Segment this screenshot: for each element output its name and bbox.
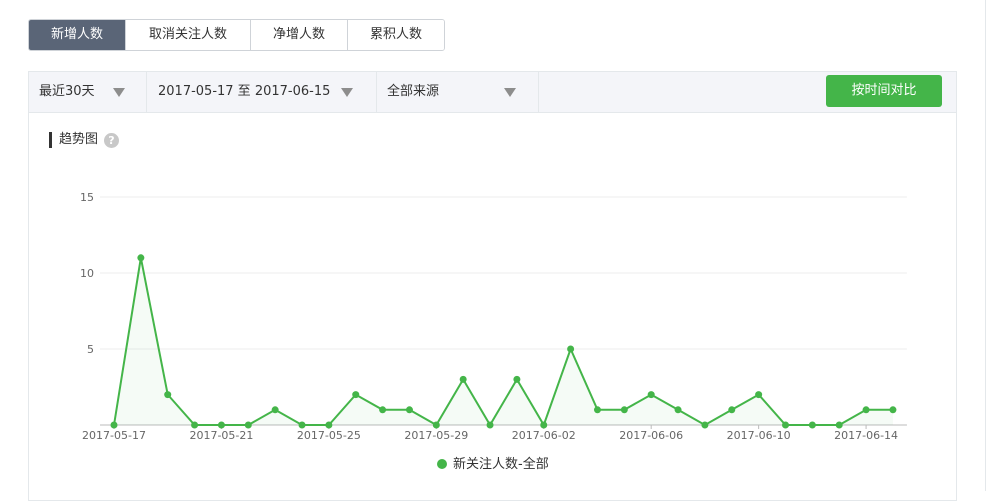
- legend-label: 新关注人数-全部: [453, 456, 549, 472]
- data-point: [325, 421, 333, 429]
- x-tick-label: 2017-05-17: [82, 429, 146, 442]
- data-point: [889, 406, 897, 414]
- data-point: [405, 406, 413, 414]
- x-tick-label: 2017-06-06: [619, 429, 683, 442]
- data-point: [271, 406, 279, 414]
- data-point: [593, 406, 601, 414]
- y-tick-label: 15: [80, 191, 94, 204]
- data-point: [728, 406, 736, 414]
- data-point: [137, 254, 145, 262]
- data-point: [701, 421, 709, 429]
- x-tick-label: 2017-06-02: [512, 429, 576, 442]
- data-point: [110, 421, 118, 429]
- series-line: [113, 257, 893, 428]
- data-point: [298, 421, 306, 429]
- chart-labels: 5 10 15 2017-05-17 2017-05-21 2017-05-25 2017-…: [80, 191, 898, 442]
- data-point: [432, 421, 440, 429]
- data-point: [567, 345, 575, 353]
- data-point: [379, 406, 387, 414]
- chart-series-line: [113, 257, 893, 428]
- x-tick-label: 2017-05-29: [404, 429, 468, 442]
- y-tick-label: 10: [80, 267, 94, 280]
- y-tick-label: 5: [87, 343, 94, 356]
- data-point: [513, 375, 521, 383]
- x-tick-label: 2017-05-21: [189, 429, 253, 442]
- line-chart: 5 10 15 2017-05-17 2017-05-21 2017-05-25 2017-…: [80, 191, 907, 472]
- data-point: [620, 406, 628, 414]
- legend-marker: [437, 459, 447, 469]
- data-point: [459, 375, 467, 383]
- chart-legend[interactable]: 新关注人数-全部: [437, 456, 549, 472]
- data-point: [191, 421, 199, 429]
- page-right-edge: [985, 0, 995, 491]
- data-point: [164, 391, 172, 399]
- data-point: [782, 421, 789, 429]
- series-area: [114, 257, 893, 425]
- data-point: [835, 421, 843, 429]
- data-point: [808, 421, 816, 429]
- data-point: [647, 391, 655, 399]
- x-tick-label: 2017-05-25: [297, 429, 361, 442]
- x-tick-label: 2017-06-10: [727, 429, 791, 442]
- data-point: [486, 421, 494, 429]
- data-point: [862, 406, 870, 414]
- data-point: [244, 421, 252, 429]
- chart-area-fill: [114, 257, 893, 425]
- data-point: [540, 421, 548, 429]
- data-point: [755, 391, 763, 399]
- chart-grid: [100, 196, 907, 429]
- data-point: [352, 391, 360, 399]
- data-point: [674, 406, 682, 414]
- data-point: [217, 421, 225, 429]
- x-tick-label: 2017-06-14: [834, 429, 898, 442]
